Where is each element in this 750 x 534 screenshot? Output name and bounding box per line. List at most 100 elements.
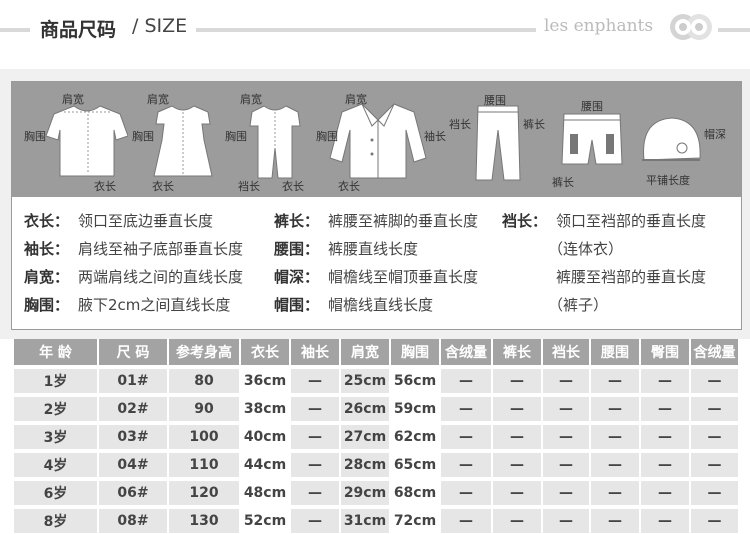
definition-key: 帽深： [274, 268, 320, 286]
table-cell: 52cm [240, 505, 291, 533]
table-cell: — [290, 421, 341, 451]
table-cell: 59cm [390, 393, 441, 423]
garment-label: 衣长 [338, 180, 360, 193]
table-cell: — [640, 505, 691, 533]
table-cell: — [590, 505, 641, 533]
table-cell: — [440, 449, 493, 479]
column-header: 含绒量 [440, 339, 493, 367]
garment-label: 衣长 [152, 180, 174, 193]
column-header: 衣长 [240, 339, 291, 367]
table-cell: — [542, 393, 591, 423]
table-cell: 06# [98, 477, 169, 507]
table-cell: — [440, 505, 493, 533]
table-cell: 28cm [340, 449, 391, 479]
column-header: 袖长 [290, 339, 341, 367]
garment-label: 腰围 [581, 100, 603, 113]
column-header: 腰围 [590, 339, 641, 367]
table-cell: — [440, 421, 493, 451]
table-cell: — [290, 505, 341, 533]
table-row: 1岁 01# 80 36cm —25cm 56cm — — — — — — [14, 365, 740, 395]
table-cell: — [640, 449, 691, 479]
table-cell: 48cm [240, 477, 291, 507]
table-cell: 130 [168, 505, 241, 533]
garment-label: 帽深 [704, 128, 726, 141]
table-cell: — [690, 477, 740, 507]
column-header: 参考身高 [168, 339, 241, 367]
definition-key: 帽围： [274, 296, 320, 314]
garment-label: 裤长 [552, 176, 574, 189]
definition-key: 裤长： [274, 212, 320, 230]
table-cell: 56cm [390, 365, 441, 395]
definition-text: 裤腰至裤脚的垂直长度 [328, 212, 479, 230]
table-cell: 29cm [340, 477, 391, 507]
table-cell: — [690, 505, 740, 533]
header: 商品尺码 / SIZE les enphants [0, 0, 750, 56]
definition-text: 帽檐线至帽顶垂直长度 [328, 268, 479, 286]
column-header: 含绒量 [690, 339, 740, 367]
table-cell: 04# [98, 449, 169, 479]
brand-name: les enphants [544, 16, 654, 36]
column-header: 肩宽 [340, 339, 391, 367]
definition-text: 帽檐线直线长度 [328, 296, 434, 314]
garment-diagrams: 肩宽 胸围 衣长 肩宽 胸围 衣长 肩宽 胸围 裆长 衣长 肩宽 胸围 衣长 袖… [12, 82, 741, 197]
definition-text: 两端肩线之间的直线长度 [78, 268, 244, 286]
definition-key: 肩宽： [24, 268, 70, 286]
table-cell: — [492, 393, 543, 423]
table-cell: — [690, 393, 740, 423]
table-cell: — [492, 421, 543, 451]
table-cell: 90 [168, 393, 241, 423]
table-cell: 08# [98, 505, 169, 533]
column-header: 年 龄 [14, 339, 99, 367]
garment-label: 胸围 [316, 130, 338, 143]
table-cell: 25cm [340, 365, 391, 395]
table-cell: — [440, 393, 493, 423]
table-cell: — [590, 365, 641, 395]
garment-label: 胸围 [24, 130, 46, 143]
garment-label: 肩宽 [62, 93, 84, 106]
table-cell: — [640, 393, 691, 423]
page-title: 商品尺码 [40, 19, 117, 41]
table-cell: 120 [168, 477, 241, 507]
garment-label: 平铺长度 [646, 174, 690, 187]
table-cell: 65cm [390, 449, 441, 479]
table-cell: — [690, 421, 740, 451]
garment-label: 肩宽 [240, 93, 262, 106]
table-cell: 62cm [390, 421, 441, 451]
definition-key: 裆长： [502, 212, 548, 230]
definition-text: 腋下2cm之间直线长度 [78, 296, 231, 314]
table-cell: 72cm [390, 505, 441, 533]
table-cell: — [542, 421, 591, 451]
size-table: 年 龄 尺 码 参考身高 衣长 袖长 肩宽 胸围 含绒量 裤长 裆长 腰围 臀围… [14, 339, 740, 533]
table-cell: 02# [98, 393, 169, 423]
table-cell: — [542, 477, 591, 507]
table-cell: 1岁 [14, 365, 99, 395]
garment-label: 衣长 [94, 180, 116, 193]
table-cell: — [290, 365, 341, 395]
table-cell: — [290, 477, 341, 507]
table-header-row: 年 龄 尺 码 参考身高 衣长 袖长 肩宽 胸围 含绒量 裤长 裆长 腰围 臀围… [14, 339, 740, 367]
table-cell: 4岁 [14, 449, 99, 479]
garment-label: 肩宽 [345, 93, 367, 106]
table-cell: — [492, 505, 543, 533]
table-cell: — [690, 365, 740, 395]
garment-label: 裆长 [238, 180, 260, 193]
table-row: 6岁 06# 120 48cm —29cm 68cm — — — — — — [14, 477, 740, 507]
header-rule-left [0, 28, 30, 32]
definition-text: 领口至底边垂直长度 [78, 212, 214, 230]
table-cell: — [590, 477, 641, 507]
table-cell: — [690, 449, 740, 479]
definition-text: 领口至裆部的垂直长度 [556, 212, 707, 230]
garment-label: 裤长 [523, 118, 545, 131]
definition-text: 裤腰直线长度 [328, 240, 419, 258]
table-cell: — [542, 365, 591, 395]
definition-text: （裤子） [548, 296, 609, 314]
table-cell: 01# [98, 365, 169, 395]
table-row: 8岁 08# 130 52cm —31cm 72cm — — — — — — [14, 505, 740, 533]
table-cell: — [440, 365, 493, 395]
definition-text: 肩线至袖子底部垂直长度 [78, 240, 244, 258]
column-header: 裆长 [542, 339, 591, 367]
table-cell: 27cm [340, 421, 391, 451]
definition-key: 胸围： [24, 296, 70, 314]
table-cell: — [640, 477, 691, 507]
definition-key: 衣长： [24, 212, 70, 230]
